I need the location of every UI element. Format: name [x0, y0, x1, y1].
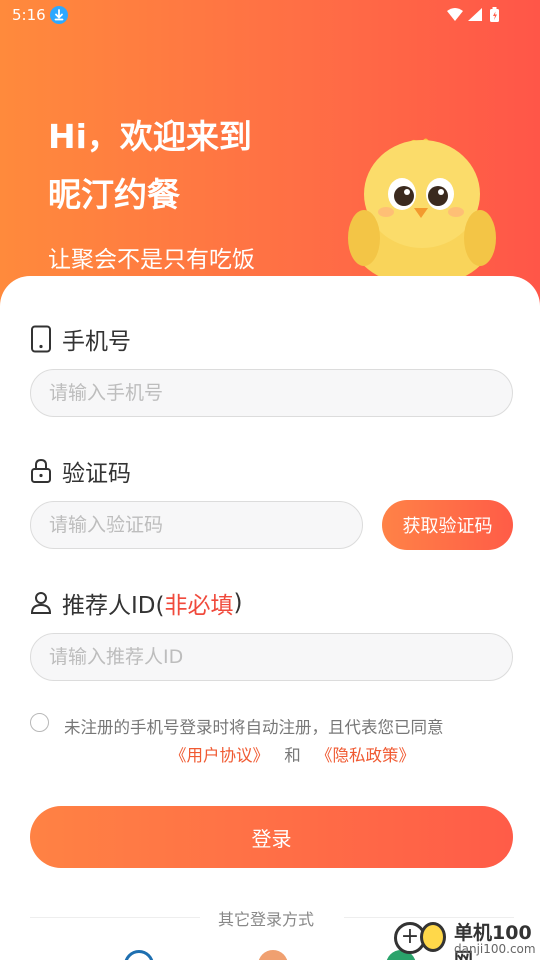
user-agreement-link[interactable]: 《用户协议》 — [170, 746, 269, 765]
header-banner: 5:16 Hi，欢迎来到 昵汀约餐 让聚会不是只有吃饭 — [0, 0, 540, 320]
chick-mascot — [348, 138, 496, 278]
app-name: 昵汀约餐 — [48, 175, 180, 214]
agreement-text: 未注册的手机号登录时将自动注册，且代表您已同意 — [64, 718, 444, 737]
lock-icon — [31, 458, 51, 483]
watermark-logo-icon — [420, 922, 446, 952]
battery-icon — [490, 7, 499, 22]
phone-input[interactable] — [30, 369, 513, 417]
phone-label-text: 手机号 — [62, 329, 131, 355]
phone-label: 手机号 — [30, 322, 131, 356]
divider-left — [30, 917, 200, 918]
status-time: 5:16 — [12, 6, 46, 24]
status-bar: 5:16 — [0, 0, 540, 30]
code-label: 验证码 — [30, 454, 131, 488]
wifi-icon — [447, 8, 463, 21]
slogan: 让聚会不是只有吃饭 — [48, 247, 255, 273]
signal-icon — [468, 8, 482, 21]
code-input[interactable] — [30, 501, 363, 549]
other-login-label: 其它登录方式 — [218, 910, 315, 929]
optional-tag: 非必填 — [164, 593, 234, 619]
agreement-links: 《用户协议》 和 《隐私政策》 — [170, 742, 415, 766]
login-button[interactable]: 登录 — [30, 806, 513, 868]
referrer-label-suffix: ) — [233, 590, 243, 616]
download-icon — [50, 6, 68, 24]
referrer-label-prefix: 推荐人ID( — [62, 593, 165, 619]
code-label-text: 验证码 — [62, 461, 131, 487]
phone-icon — [31, 325, 51, 353]
agreement-and: 和 — [284, 746, 301, 765]
referrer-input[interactable] — [30, 633, 513, 681]
status-icons — [446, 6, 506, 24]
greeting-line-1: Hi，欢迎来到 — [48, 117, 252, 156]
get-code-button[interactable]: 获取验证码 — [382, 500, 513, 550]
watermark-domain: danji100.com — [454, 942, 536, 956]
privacy-policy-link[interactable]: 《隐私政策》 — [316, 746, 415, 765]
person-icon — [30, 592, 52, 614]
watermark: + 单机100网 danji100.com — [390, 914, 540, 960]
welcome-heading: Hi，欢迎来到 昵汀约餐 — [48, 108, 252, 224]
agreement-checkbox[interactable] — [30, 713, 49, 732]
referrer-label: 推荐人ID( 非必填 ) — [30, 586, 242, 620]
